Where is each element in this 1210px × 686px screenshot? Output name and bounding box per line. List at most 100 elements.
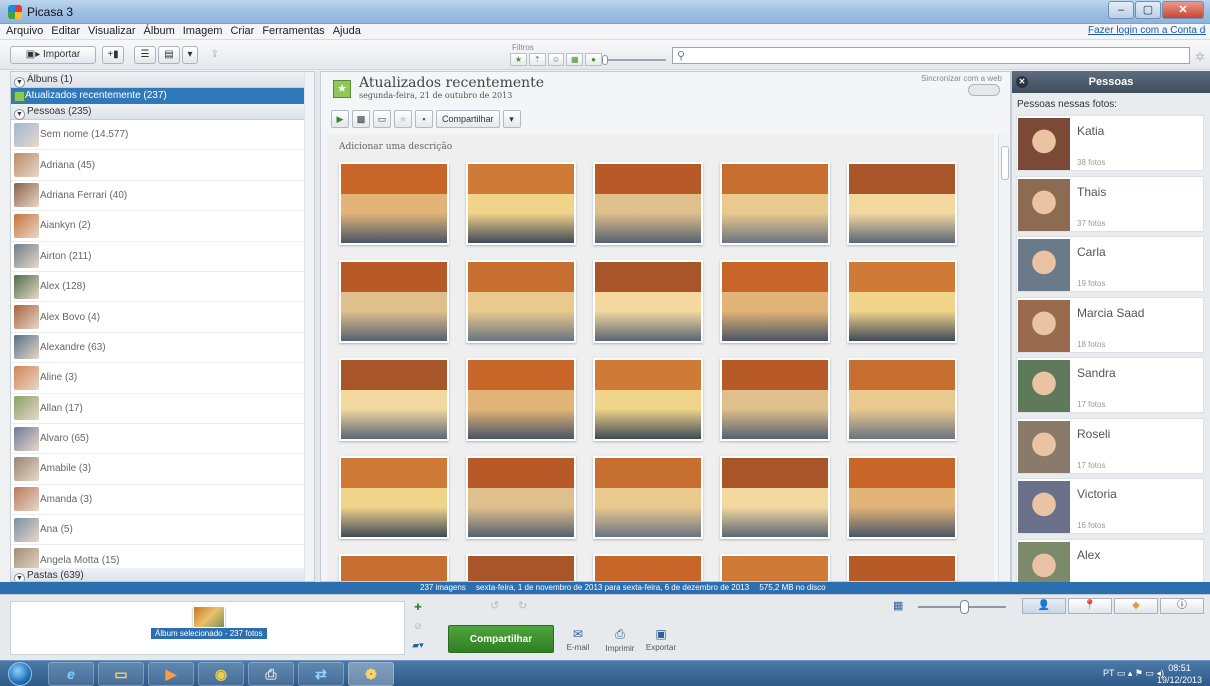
ie-icon[interactable]: e [48,662,94,686]
star-icon[interactable]: ★ [394,110,412,128]
import-button[interactable]: ▣▸ Importar [10,46,96,64]
export-button[interactable]: ▣ Exportar [641,627,681,652]
photo-thumbnail[interactable] [593,162,703,245]
photo-thumbnail[interactable] [339,358,449,441]
person-item[interactable]: Amanda (3) [11,485,314,516]
photo-thumbnail[interactable] [847,358,957,441]
upload-icon[interactable]: ⇪ [204,46,226,64]
filter-uploaded-icon[interactable]: ⇡ [528,53,546,66]
photo-thumbnail[interactable] [593,456,703,539]
person-item[interactable]: Amabile (3) [11,454,314,485]
person-item[interactable]: Alexandre (63) [11,333,314,364]
minimize-button[interactable]: – [1108,1,1134,19]
photo-thumbnail[interactable] [720,260,830,343]
language-indicator[interactable]: PT [1103,668,1114,678]
list-view-icon[interactable]: ☰ [134,46,156,64]
filter-slider[interactable] [602,55,666,65]
slider-handle[interactable] [960,600,969,614]
person-item[interactable]: Alex Bovo (4) [11,302,314,333]
sync-toggle[interactable] [968,84,1000,96]
filter-starred-icon[interactable]: ★ [510,53,527,66]
save-icon[interactable]: ▪ [415,110,433,128]
person-item[interactable]: Sem nome (14.577) [11,120,314,151]
view-dropdown-icon[interactable]: ▾ [182,46,198,64]
person-card[interactable]: Roseli 17 fotos [1016,417,1204,474]
photo-scrollbar[interactable] [998,134,1010,581]
hold-pin-icon[interactable]: ✚ [408,599,428,615]
slideshow-icon[interactable]: ▶ [331,110,349,128]
person-item[interactable]: Alvaro (65) [11,424,314,455]
menu-item[interactable]: Ferramentas [262,24,324,39]
album-share-button[interactable]: Compartilhar [436,110,500,128]
filter-people-icon[interactable]: ☺ [547,53,565,66]
rotate-left-icon[interactable]: ↺ [490,599,499,612]
photo-thumbnail[interactable] [466,260,576,343]
people-tab-icon[interactable]: 👤 [1022,598,1066,614]
photo-thumbnail[interactable] [720,554,830,581]
tags-tab-icon[interactable]: ◆ [1114,598,1158,614]
photo-thumbnail[interactable] [339,260,449,343]
media-player-icon[interactable]: ▶ [148,662,194,686]
photo-thumbnail[interactable] [593,358,703,441]
printer-app-icon[interactable]: ⎙ [248,662,294,686]
photo-thumbnail[interactable] [847,162,957,245]
menu-item[interactable]: Ajuda [333,24,361,39]
add-to-album-icon[interactable]: +▮ [102,46,124,64]
menu-item[interactable]: Imagem [183,24,223,39]
person-item[interactable]: Adriana Ferrari (40) [11,181,314,212]
person-item[interactable]: Airton (211) [11,242,314,272]
collage-icon[interactable]: ▩ [352,110,370,128]
detail-view-icon[interactable]: ▤ [158,46,180,64]
people-section-header[interactable]: ▼ Pessoas (235) [11,104,314,120]
share-button[interactable]: Compartilhar [448,625,554,653]
menu-item[interactable]: Visualizar [88,24,136,39]
add-to-icon[interactable]: ▰▾ [408,637,428,653]
maximize-button[interactable]: ▢ [1135,1,1161,19]
filter-geotag-icon[interactable]: ● [585,53,602,66]
photo-thumbnail[interactable] [720,358,830,441]
photo-thumbnail[interactable] [593,260,703,343]
description-field[interactable]: Adicionar uma descrição [339,142,452,152]
clock[interactable]: 08:51 19/12/2013 [1157,662,1202,686]
print-button[interactable]: ⎙ Imprimir [600,627,640,653]
person-card[interactable]: Victoria 16 fotos [1016,478,1204,534]
albums-section-header[interactable]: ▼ Álbuns (1) [11,72,314,88]
close-button[interactable]: ✕ [1162,1,1204,19]
explorer-icon[interactable]: ▭ [98,662,144,686]
photo-thumbnail[interactable] [466,456,576,539]
photo-thumbnail[interactable] [339,456,449,539]
rotate-right-icon[interactable]: ↻ [518,599,527,612]
places-tab-icon[interactable]: 📍 [1068,598,1112,614]
sync-app-icon[interactable]: ⇄ [298,662,344,686]
menu-item[interactable]: Criar [230,24,254,39]
person-card[interactable]: Sandra 17 fotos [1016,357,1204,413]
person-item[interactable]: Ana (5) [11,515,314,546]
person-item[interactable]: Adriana (45) [11,150,314,181]
person-card[interactable]: Thais 37 fotos [1016,175,1204,232]
close-panel-icon[interactable]: ✕ [1016,76,1028,88]
picasa-taskbar-icon[interactable]: ❁ [348,662,394,686]
collapse-icon[interactable]: ▼ [14,77,25,88]
email-button[interactable]: ✉ E-mail [558,627,598,652]
menu-item[interactable]: Álbum [144,24,175,39]
photo-thumbnail[interactable] [720,162,830,245]
photo-thumbnail[interactable] [466,162,576,245]
person-item[interactable]: Allan (17) [11,394,314,424]
person-card[interactable]: Carla 19 fotos [1016,236,1204,292]
collapse-icon[interactable]: ▼ [14,109,25,120]
chrome-icon[interactable]: ◉ [198,662,244,686]
photo-thumbnail[interactable] [720,456,830,539]
person-item[interactable]: Aline (3) [11,363,314,394]
search-input[interactable]: ⚲ [672,47,1190,64]
start-button[interactable] [8,662,32,686]
photo-thumbnail[interactable] [847,456,957,539]
library-scrollbar[interactable] [304,72,314,581]
album-item-recent[interactable]: Atualizados recentemente (237) [11,88,314,104]
folders-section-header[interactable]: ▼ Pastas (639) [11,568,314,581]
person-card[interactable]: Marcia Saad 18 fotos [1016,296,1204,353]
menu-item[interactable]: Editar [51,24,80,39]
thumbnail-size-slider[interactable] [918,600,1006,614]
person-item[interactable]: Aiankyn (2) [11,211,314,242]
collapse-icon[interactable]: ▼ [14,573,25,581]
clear-icon[interactable]: ⊘ [408,618,428,634]
